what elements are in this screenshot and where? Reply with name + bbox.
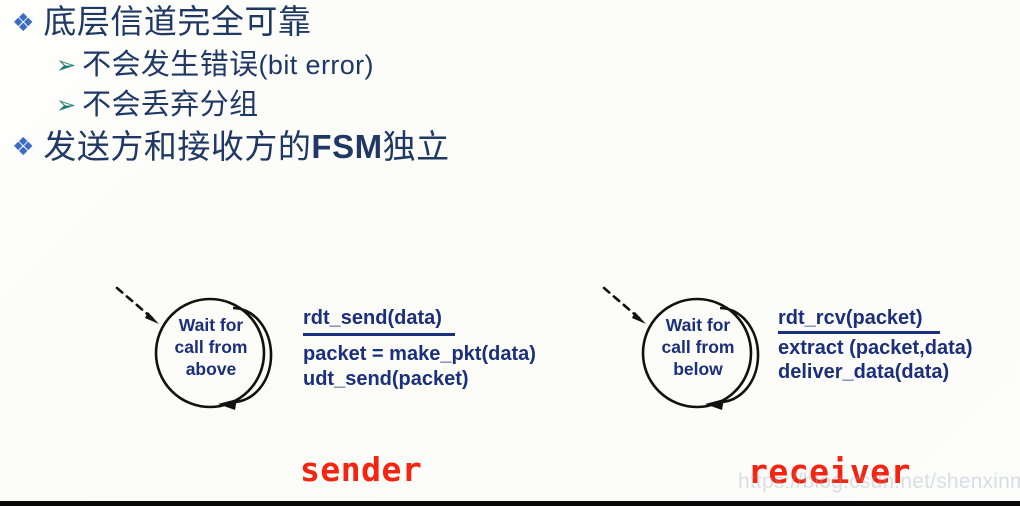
receiver-transition-annotation: rdt_rcv(packet) extract (packet,data) de… bbox=[778, 306, 973, 384]
receiver-transition-divider bbox=[778, 331, 940, 334]
bullet-item-2-label-en: (bit error) bbox=[258, 50, 374, 80]
sender-transition-event: rdt_send(data) bbox=[303, 307, 442, 329]
receiver-transition-event: rdt_rcv(packet) bbox=[778, 307, 923, 329]
sender-state-label: Wait for call from above bbox=[155, 314, 267, 380]
bullet-item-4-label-en: FSM bbox=[311, 128, 383, 165]
fsm-receiver-diagram: Wait for call from below rdt_rcv(packet)… bbox=[592, 282, 973, 417]
bullet-item-4-label-tail: 独立 bbox=[382, 130, 450, 166]
bullet-item-4-label-cn: 发送方和接收方的 bbox=[43, 130, 312, 166]
receiver-transition-action-1: extract (packet,data) bbox=[778, 337, 973, 359]
bullet-list: ❖ 底层信道完全可靠 ➢ 不会发生错误(bit error) ➢ 不会丢弃分组 … bbox=[0, 0, 1020, 169]
bullet-item-1: ❖ 底层信道完全可靠 bbox=[0, 2, 1020, 44]
bullet-item-4: ❖ 发送方和接收方的FSM独立 bbox=[0, 126, 1020, 169]
sender-transition-action-2: udt_send(packet) bbox=[303, 368, 469, 390]
bullet-item-2-label-cn: 不会发生错误 bbox=[82, 49, 259, 81]
sender-state-label-line-2: call from bbox=[174, 337, 248, 357]
dashed-incoming-arrow-icon bbox=[115, 286, 159, 324]
sender-transition-action-1: packet = make_pkt(data) bbox=[303, 343, 536, 365]
bullet-item-4-label: 发送方和接收方的FSM独立 bbox=[43, 126, 449, 169]
diamond-bullet-icon: ❖ bbox=[12, 9, 35, 37]
bullet-item-2-label: 不会发生错误(bit error) bbox=[82, 46, 374, 84]
bottom-black-bar bbox=[0, 501, 1020, 506]
sender-state-label-line-3: above bbox=[185, 359, 237, 379]
arrow-bullet-icon: ➢ bbox=[56, 91, 77, 119]
bullet-item-1-label: 底层信道完全可靠 bbox=[43, 5, 312, 41]
slide-canvas: ❖ 底层信道完全可靠 ➢ 不会发生错误(bit error) ➢ 不会丢弃分组 … bbox=[0, 0, 1020, 506]
dashed-incoming-arrow-icon bbox=[602, 286, 646, 324]
bullet-item-2: ➢ 不会发生错误(bit error) bbox=[0, 46, 1020, 84]
bullet-item-3-label: 不会丢弃分组 bbox=[82, 89, 259, 121]
sender-state-label-line-1: Wait for bbox=[178, 315, 244, 335]
receiver-state-label: Wait for call from below bbox=[642, 314, 754, 380]
receiver-transition-action-2: deliver_data(data) bbox=[778, 361, 950, 383]
diamond-bullet-icon: ❖ bbox=[12, 133, 35, 161]
sender-role-caption: sender bbox=[300, 450, 423, 489]
receiver-state-label-line-3: below bbox=[673, 359, 723, 379]
receiver-state-label-line-1: Wait for bbox=[665, 315, 731, 335]
fsm-sender-diagram: Wait for call from above rdt_send(data) … bbox=[105, 282, 536, 417]
watermark-text: https://blog.csdn.net/shenxinmou1661 bbox=[738, 470, 1020, 493]
arrow-bullet-icon: ➢ bbox=[56, 51, 77, 79]
bullet-item-3: ➢ 不会丢弃分组 bbox=[0, 86, 1020, 124]
sender-transition-annotation: rdt_send(data) packet = make_pkt(data) u… bbox=[303, 306, 536, 392]
sender-transition-divider bbox=[303, 333, 455, 336]
receiver-state-label-line-2: call from bbox=[661, 337, 735, 357]
